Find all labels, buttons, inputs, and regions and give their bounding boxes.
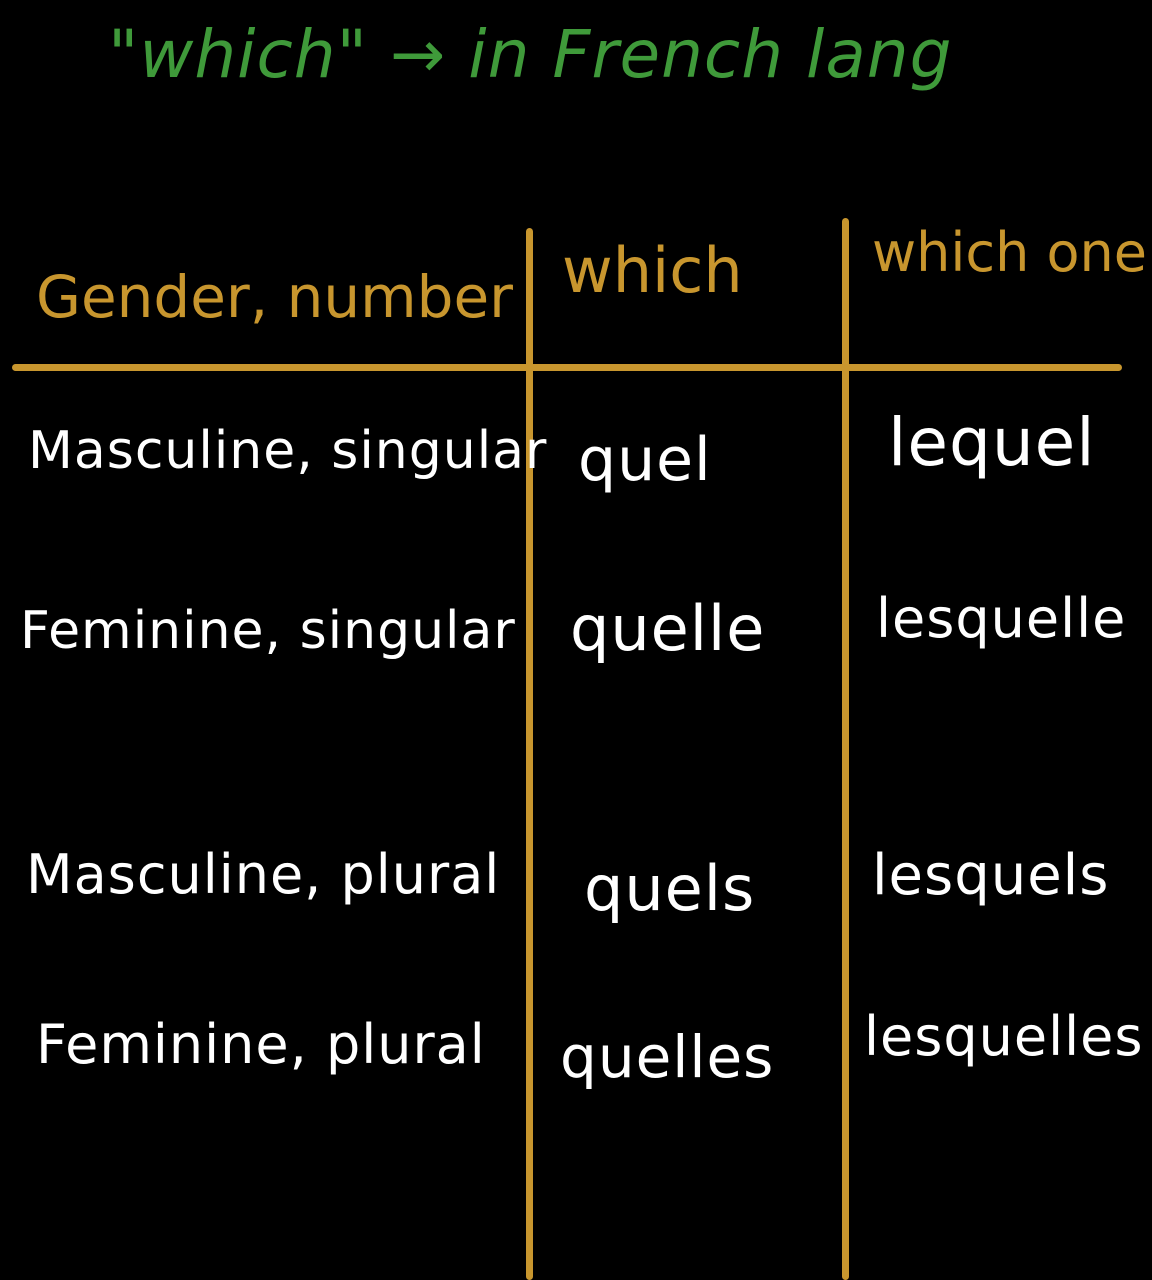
- row-which-one-value: lequel: [888, 404, 1096, 481]
- row-which-one-value: lesquels: [872, 843, 1110, 908]
- column-divider-1: [526, 228, 533, 1280]
- header-rule: [12, 364, 1122, 371]
- row-gender-label: Feminine, plural: [36, 1013, 486, 1076]
- row-which-value: quelles: [560, 1023, 775, 1091]
- row-gender-label: Masculine, singular: [28, 421, 548, 481]
- row-which-one-value: lesquelle: [876, 587, 1127, 650]
- row-gender-label: Masculine, plural: [26, 843, 501, 906]
- row-which-value: quels: [584, 852, 756, 925]
- header-which: which: [562, 234, 743, 307]
- row-which-value: quel: [578, 425, 712, 495]
- header-gender-number: Gender, number: [36, 263, 513, 331]
- row-which-value: quelle: [570, 592, 766, 665]
- row-which-one-value: lesquelles: [864, 1005, 1144, 1068]
- column-divider-2: [842, 218, 849, 1280]
- row-gender-label: Feminine, singular: [20, 601, 516, 661]
- header-which-one: which one: [872, 221, 1147, 284]
- title: "which" → in French lang: [108, 16, 953, 93]
